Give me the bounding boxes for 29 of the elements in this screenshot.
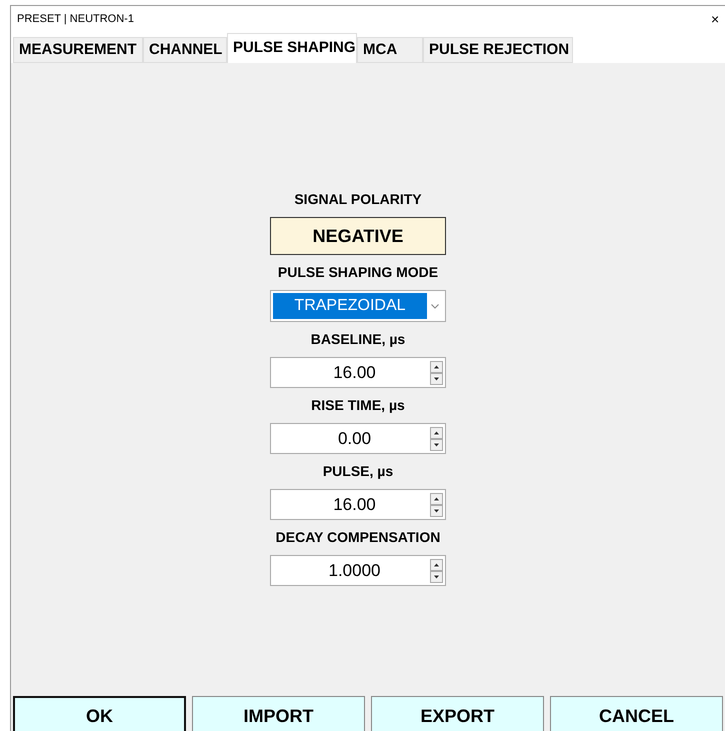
dialog-button[interactable]: CANCEL — [550, 696, 723, 731]
tab[interactable]: CHANNEL — [143, 37, 227, 63]
mode-dropdown[interactable]: TRAPEZOIDAL — [270, 290, 446, 322]
number-spinner[interactable]: 16.00 — [270, 489, 446, 520]
spinner-value: 16.00 — [332, 494, 377, 516]
number-spinner[interactable]: 16.00 — [270, 357, 446, 388]
dropdown-value: TRAPEZOIDAL — [273, 293, 427, 319]
close-button[interactable]: × — [711, 9, 725, 30]
field-label: RISE TIME, µs — [311, 396, 405, 415]
field-label: DECAY COMPENSATION — [276, 528, 440, 547]
spinner-value: 1.0000 — [328, 560, 382, 582]
dialog-button[interactable]: OK — [13, 696, 186, 731]
polarity-button[interactable]: NEGATIVE — [270, 217, 446, 255]
spinner-value: 0.00 — [336, 428, 372, 450]
field-label: PULSE SHAPING MODE — [278, 263, 438, 282]
window-title: PRESET | NEUTRON-1 — [17, 12, 134, 28]
tab[interactable]: PULSE SHAPING — [227, 33, 357, 63]
tab[interactable]: PULSE REJECTION — [423, 37, 573, 63]
number-spinner[interactable]: 1.0000 — [270, 555, 446, 586]
tab[interactable]: MEASUREMENT — [13, 37, 143, 63]
number-spinner[interactable]: 0.00 — [270, 423, 446, 454]
tab[interactable]: MCA — [357, 37, 423, 63]
spinner-value: 16.00 — [332, 362, 377, 384]
dialog-button[interactable]: EXPORT — [371, 696, 544, 731]
field-label: PULSE, µs — [322, 462, 394, 481]
dialog-button[interactable]: IMPORT — [192, 696, 366, 731]
chevron-down-icon — [431, 304, 439, 308]
field-label: BASELINE, µs — [310, 330, 406, 349]
field-label: SIGNAL POLARITY — [294, 190, 422, 209]
